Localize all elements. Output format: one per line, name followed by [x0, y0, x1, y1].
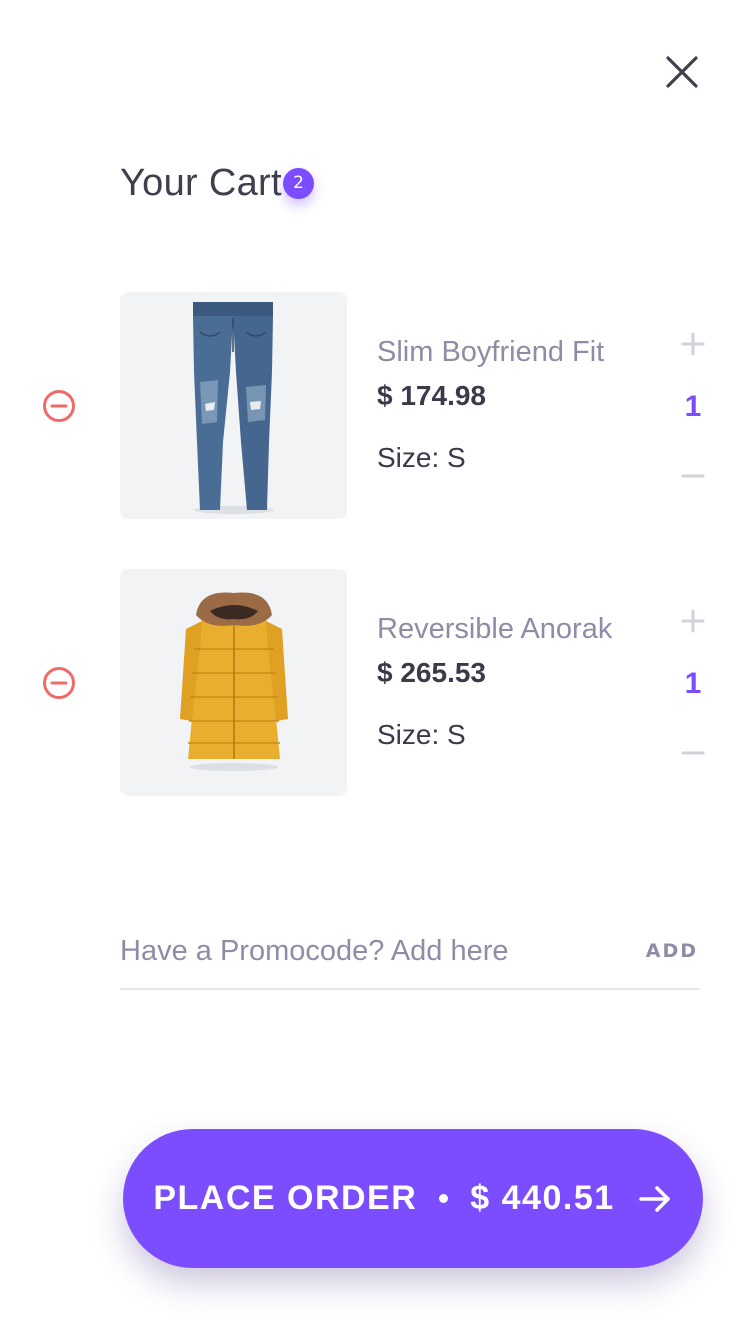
- remove-circle-icon: [43, 667, 75, 699]
- anorak-image: [180, 592, 288, 771]
- cart-item: Slim Boyfriend Fit $ 174.98 Size: S 1: [0, 292, 750, 520]
- page-title: Your Cart: [120, 162, 282, 204]
- place-order-label: PLACE ORDER: [153, 1179, 418, 1217]
- promocode-field: ADD: [120, 928, 700, 990]
- promocode-add-button[interactable]: ADD: [646, 940, 698, 962]
- close-icon: [666, 56, 698, 88]
- separator-dot: [439, 1194, 449, 1203]
- minus-icon: [681, 751, 705, 755]
- item-price: $ 174.98: [377, 380, 486, 411]
- minus-icon: [681, 474, 705, 478]
- increase-quantity-button[interactable]: [679, 330, 707, 358]
- quantity-value: 1: [684, 667, 702, 700]
- increase-quantity-button[interactable]: [679, 607, 707, 635]
- remove-circle-icon: [43, 390, 75, 422]
- remove-item-button[interactable]: [42, 666, 76, 700]
- decrease-quantity-button[interactable]: [679, 739, 707, 767]
- item-size: Size: S: [377, 442, 466, 473]
- remove-item-button[interactable]: [42, 389, 76, 423]
- item-name: Reversible Anorak: [377, 613, 613, 645]
- promocode-input[interactable]: [120, 928, 620, 974]
- item-size: Size: S: [377, 719, 466, 750]
- decrease-quantity-button[interactable]: [679, 462, 707, 490]
- item-name: Slim Boyfriend Fit: [377, 336, 605, 368]
- close-button[interactable]: [660, 50, 704, 94]
- place-order-button[interactable]: PLACE ORDER $ 440.51: [123, 1129, 703, 1268]
- quantity-value: 1: [684, 390, 702, 423]
- arrow-right-icon: [637, 1181, 673, 1217]
- item-price: $ 265.53: [377, 657, 486, 688]
- plus-icon: [681, 609, 705, 633]
- plus-icon: [681, 332, 705, 356]
- jeans-image: [193, 302, 274, 514]
- cart-item: Reversible Anorak $ 265.53 Size: S 1: [0, 569, 750, 797]
- order-total: $ 440.51: [470, 1179, 615, 1217]
- product-image: [120, 569, 347, 796]
- cart-count-badge: 2: [283, 168, 314, 199]
- product-image: [120, 292, 347, 519]
